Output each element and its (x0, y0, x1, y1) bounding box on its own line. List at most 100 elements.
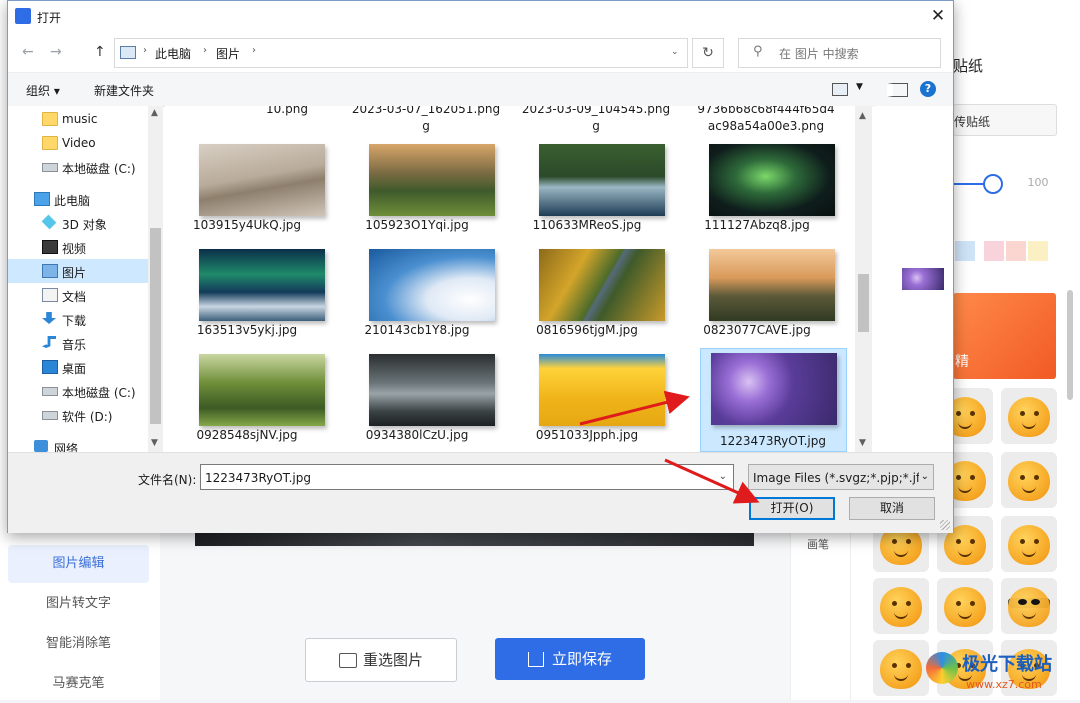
file-tile[interactable]: 110633MReoS.jpg (515, 134, 665, 238)
tree-item-videos[interactable]: 视频 (8, 235, 148, 259)
chevron-down-icon[interactable]: ▼ (856, 82, 863, 92)
new-folder-button[interactable]: 新建文件夹 (94, 82, 154, 99)
app-icon (15, 8, 31, 24)
search-input[interactable]: ⚲ 在 图片 中搜索 (738, 38, 941, 68)
file-tile[interactable]: 210143cb1Y8.jpg (345, 239, 495, 343)
tree-item-desktop[interactable]: 桌面 (8, 355, 148, 379)
tree-item-pictures[interactable]: 图片 (8, 259, 148, 283)
file-name: 0951033Jpph.jpg (535, 428, 639, 442)
sticker-scrollbar[interactable] (1067, 290, 1073, 400)
file-tile-selected[interactable]: 1223473RyOT.jpg (700, 348, 847, 452)
file-type-select[interactable]: Image Files (*.svgz;*.pjp;*.jfif ⌄ (748, 464, 934, 490)
file-tile[interactable]: 0823077CAVE.jpg (685, 239, 835, 343)
tree-item-local-disk-c2[interactable]: 本地磁盘 (C:) (8, 379, 148, 403)
image-thumbnail (199, 144, 325, 216)
sticker-emoji[interactable] (873, 640, 929, 696)
organize-menu[interactable]: 组织 ▾ (26, 82, 60, 99)
sticker-emoji[interactable] (1001, 578, 1057, 634)
file-name-partial[interactable]: 2023-03-09_104545.png g (521, 106, 671, 135)
file-name: 103915y4UkQ.jpg (192, 218, 302, 232)
address-bar[interactable]: › 此电脑 › 图片 › ⌄ (114, 38, 688, 68)
sticker-emoji[interactable] (1001, 516, 1057, 572)
chevron-down-icon[interactable]: ⌄ (671, 47, 679, 57)
file-name: 0928548sjNV.jpg (196, 428, 298, 442)
sticker-emoji[interactable] (1001, 388, 1057, 444)
drive-icon (42, 411, 58, 420)
size-slider-handle[interactable] (983, 174, 1003, 194)
nav-mosaic-pen[interactable]: 马赛克笔 (8, 665, 149, 703)
tree-item-video-folder[interactable]: Video (8, 131, 148, 155)
sticker-emoji[interactable] (873, 578, 929, 634)
file-tile[interactable]: 0951033Jpph.jpg (515, 344, 665, 448)
refresh-icon[interactable]: ↻ (692, 38, 724, 68)
image-thumbnail (539, 144, 665, 216)
file-name-partial[interactable]: 2023-03-07_162051.png g (351, 106, 501, 135)
view-options-icon[interactable] (832, 83, 848, 96)
file-name: 0823077CAVE.jpg (703, 323, 811, 337)
preview-pane-icon[interactable] (887, 83, 908, 97)
upload-sticker-button[interactable]: 传贴纸 (953, 104, 1057, 136)
search-placeholder: 在 图片 中搜索 (779, 47, 859, 61)
sticker-emoji[interactable] (1001, 452, 1057, 508)
left-nav-panel: 图片编辑 图片转文字 智能消除笔 马赛克笔 (0, 530, 161, 700)
file-tile[interactable]: 111127Abzq8.jpg (685, 134, 835, 238)
file-tile[interactable]: 103915y4UkQ.jpg (175, 134, 325, 238)
file-tile[interactable]: 0934380lCzU.jpg (345, 344, 495, 448)
music-icon (42, 336, 56, 348)
file-tile[interactable]: 163513v5ykj.jpg (175, 239, 325, 343)
scroll-down-icon[interactable]: ▼ (151, 438, 158, 448)
tree-item-music-lib[interactable]: 音乐 (8, 331, 148, 355)
tree-scroll-thumb[interactable] (150, 228, 161, 424)
sticker-emoji[interactable] (937, 578, 993, 634)
tree-item-label: 文档 (62, 290, 87, 304)
file-grid-scroll-thumb[interactable] (858, 274, 869, 332)
tree-item-label: 3D 对象 (62, 218, 107, 232)
nav-image-to-text[interactable]: 图片转文字 (8, 585, 149, 623)
chevron-down-icon[interactable]: ⌄ (719, 471, 727, 482)
open-button[interactable]: 打开(O) (749, 497, 835, 520)
file-grid-scrollbar[interactable]: ▲ ▼ (855, 106, 872, 452)
help-icon[interactable]: ? (920, 81, 936, 97)
file-name-partial[interactable]: 10.png (212, 106, 362, 118)
dialog-titlebar: 打开 ✕ (8, 1, 953, 32)
file-tile[interactable]: 105923O1Yqi.jpg (345, 134, 495, 238)
cancel-button[interactable]: 取消 (849, 497, 935, 520)
image-thumbnail (539, 249, 665, 321)
image-canvas (160, 530, 790, 700)
back-icon[interactable]: ← (22, 44, 34, 60)
color-swatch-yellow[interactable] (1028, 241, 1048, 261)
expression-banner[interactable]: 精 (953, 293, 1056, 379)
scroll-up-icon[interactable]: ▲ (859, 111, 866, 121)
breadcrumb-pictures[interactable]: 图片 (216, 45, 240, 62)
file-tile[interactable]: 0816596tjgM.jpg (515, 239, 665, 343)
breadcrumb-this-pc[interactable]: 此电脑 (155, 45, 191, 62)
tree-item-music[interactable]: music (8, 107, 148, 131)
tree-item-this-pc[interactable]: 此电脑 (8, 187, 148, 211)
color-swatch-blue[interactable] (955, 241, 975, 261)
color-swatch-peach[interactable] (1006, 241, 1026, 261)
filename-input[interactable]: 1223473RyOT.jpg ⌄ (200, 464, 734, 490)
tree-item-3d-objects[interactable]: 3D 对象 (8, 211, 148, 235)
resize-grip[interactable] (940, 520, 950, 530)
forward-icon[interactable]: → (50, 44, 62, 60)
chevron-down-icon[interactable]: ⌄ (918, 471, 929, 482)
reselect-image-button[interactable]: 重选图片 (305, 638, 457, 682)
file-name-partial[interactable]: 9736b68c68f444f65d4 ac98a54a00e3.png (691, 106, 841, 135)
scroll-down-icon[interactable]: ▼ (859, 438, 866, 448)
nav-smart-eraser[interactable]: 智能消除笔 (8, 625, 149, 663)
file-tile[interactable]: 0928548sjNV.jpg (175, 344, 325, 448)
color-swatch-pink[interactable] (984, 241, 1004, 261)
tree-item-documents[interactable]: 文档 (8, 283, 148, 307)
tree-item-local-disk-c[interactable]: 本地磁盘 (C:) (8, 155, 148, 179)
nav-image-edit[interactable]: 图片编辑 (8, 545, 149, 583)
tree-item-network[interactable]: 网络 (8, 435, 148, 452)
tree-item-label: 此电脑 (54, 194, 91, 208)
brush-tool-label[interactable]: 画笔 (807, 536, 829, 552)
save-now-button[interactable]: 立即保存 (495, 638, 645, 680)
tree-item-software-d[interactable]: 软件 (D:) (8, 403, 148, 427)
tree-item-downloads[interactable]: 下载 (8, 307, 148, 331)
scroll-up-icon[interactable]: ▲ (151, 108, 158, 118)
tree-scrollbar[interactable]: ▲ ▼ (148, 106, 163, 452)
up-icon[interactable]: ↑ (94, 44, 106, 60)
close-icon[interactable]: ✕ (923, 1, 953, 32)
